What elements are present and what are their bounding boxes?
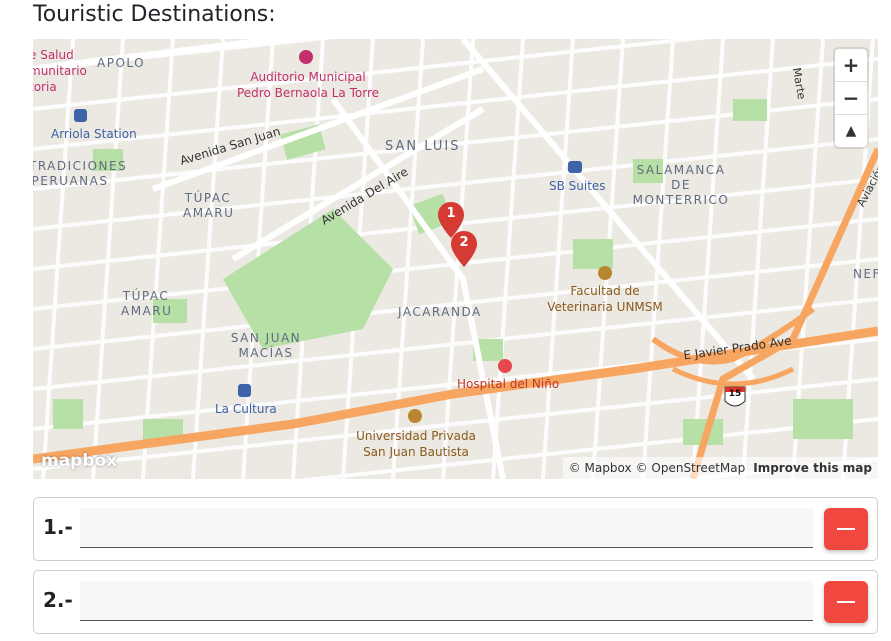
poi-label-sb-suites: SB Suites xyxy=(549,179,606,193)
destination-input[interactable] xyxy=(80,581,813,621)
district-label-san-luis: SAN LUIS xyxy=(385,139,461,154)
destination-row: 1.- xyxy=(33,497,878,561)
poi-label-universidad: Universidad Privada San Juan Bautista xyxy=(356,429,476,459)
poi-label-la-cultura: La Cultura xyxy=(215,402,277,416)
poi-label-facultad: Facultad de Veterinaria UNMSM xyxy=(547,284,663,314)
highway-shield-15: 15 xyxy=(728,389,742,399)
district-label-tupac-amaru: TÚPAC AMARU xyxy=(183,191,235,220)
poi-label-hospital: Hospital del Niño xyxy=(457,377,560,391)
district-label-nef: NEF xyxy=(853,267,878,281)
district-label-san-juan-macias: SAN JUAN MACÍAS xyxy=(230,331,302,360)
attribution-mapbox-link[interactable]: © Mapbox xyxy=(569,461,632,475)
improve-map-link[interactable]: Improve this map xyxy=(753,461,872,475)
district-label-jacaranda: JACARANDA xyxy=(398,305,482,319)
poi-label-arriola-station: Arriola Station xyxy=(51,127,137,141)
district-label-apolo: APOLO xyxy=(97,56,146,70)
destination-number: 2.- xyxy=(43,588,73,612)
destination-number: 1.- xyxy=(43,515,73,539)
remove-destination-button[interactable] xyxy=(824,508,868,550)
page-title: Touristic Destinations: xyxy=(33,2,276,27)
destination-row: 2.- xyxy=(33,570,878,634)
zoom-in-button[interactable]: + xyxy=(835,49,867,82)
map-attribution: © Mapbox © OpenStreetMap Improve this ma… xyxy=(562,457,878,479)
map-view[interactable]: APOLO SAN LUIS TÚPAC AMARU TÚPAC AMARU S… xyxy=(33,39,878,479)
district-label-tupac-amaru-2: TÚPAC AMARU xyxy=(121,289,173,318)
map-navigation-control: + − ▲ xyxy=(835,49,867,147)
destination-input[interactable] xyxy=(80,508,813,548)
remove-destination-button[interactable] xyxy=(824,581,868,623)
mapbox-logo[interactable]: mapbox xyxy=(41,451,117,471)
minus-icon xyxy=(837,528,855,530)
district-label-salamanca: SALAMANCA DE MONTERRICO xyxy=(632,163,730,207)
map-marker-2[interactable]: 2 xyxy=(451,231,477,267)
reset-north-button[interactable]: ▲ xyxy=(835,115,867,147)
poi-label-salud: e Salud munitario toria xyxy=(33,48,87,94)
minus-icon xyxy=(837,601,855,603)
zoom-out-button[interactable]: − xyxy=(835,82,867,115)
marker-label: 2 xyxy=(459,235,469,250)
district-label-tradiciones: TRADICIONES PERUANAS xyxy=(33,159,128,188)
attribution-osm-link[interactable]: © OpenStreetMap xyxy=(636,461,746,475)
marker-label: 1 xyxy=(446,206,456,221)
poi-label-auditorio: Auditorio Municipal Pedro Bernaola La To… xyxy=(236,70,380,100)
